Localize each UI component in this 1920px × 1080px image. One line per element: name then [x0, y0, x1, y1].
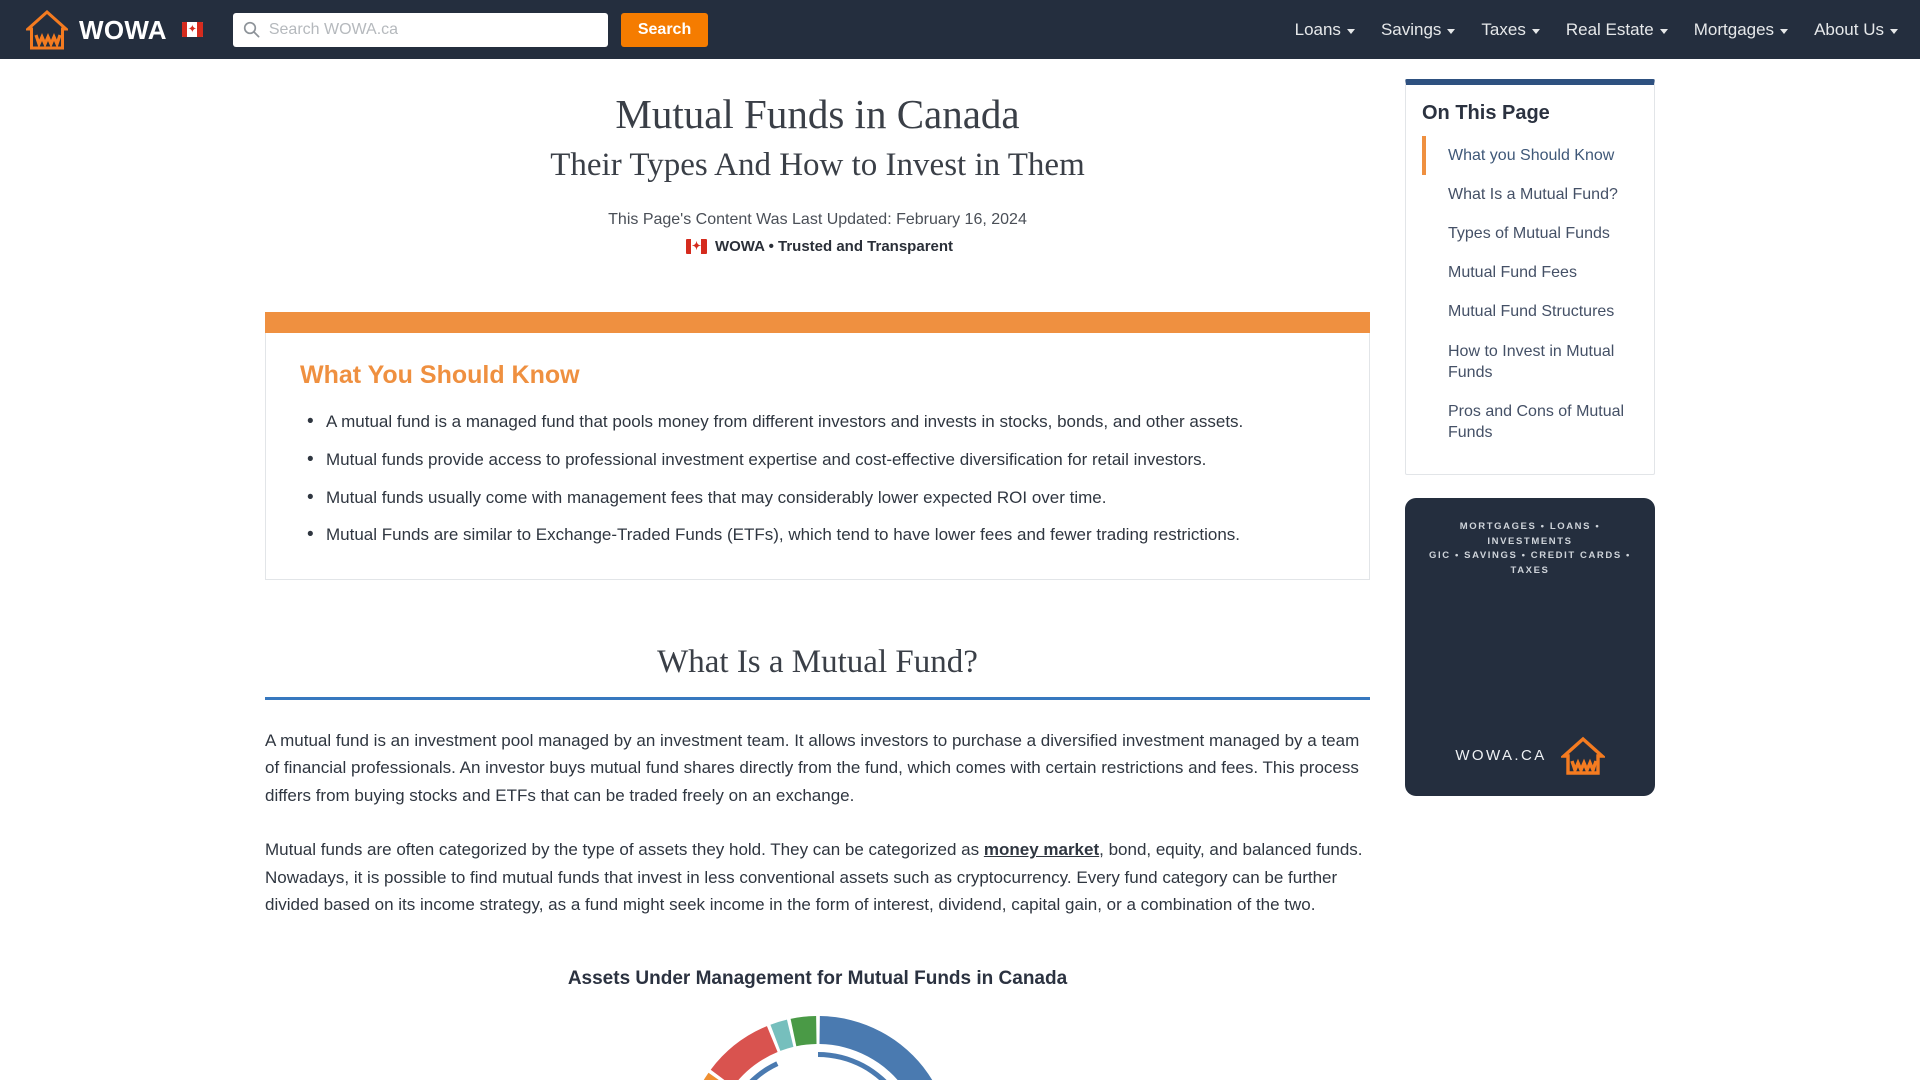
money-market-link[interactable]: money market	[984, 840, 1099, 859]
donut-slice[interactable]	[710, 1026, 778, 1080]
trusted-label: WOWA • Trusted and Transparent	[714, 238, 954, 256]
section-divider	[265, 696, 1370, 700]
nav-links: Loans Savings Taxes Real Estate Mortgage…	[1295, 20, 1898, 40]
promo-card[interactable]: MORTGAGES • LOANS • INVESTMENTS GIC • SA…	[1405, 497, 1655, 796]
nav-item-label: Taxes	[1481, 19, 1526, 39]
nav-item-label: Mortgages	[1693, 19, 1775, 39]
sidebar: On This Page What you Should Know What I…	[1405, 59, 1655, 1080]
sidebar-item-what-you-should-know[interactable]: What you Should Know	[1422, 136, 1638, 176]
wowa-house-logo-icon	[1560, 736, 1605, 775]
chart-title: Assets Under Management for Mutual Funds…	[567, 968, 1068, 990]
top-navbar: WOWA ✦ Search Loans Savings Taxes Real E…	[0, 0, 1920, 59]
section-heading: What Is a Mutual Fund?	[657, 643, 978, 680]
section-paragraph-1: A mutual fund is an investment pool mana…	[265, 730, 1360, 805]
toc-title: On This Page	[1422, 102, 1550, 124]
brand[interactable]: WOWA ✦	[26, 9, 203, 50]
chevron-down-icon	[1346, 29, 1355, 34]
callout-title: What You Should Know	[300, 361, 580, 390]
promo-text: MORTGAGES • LOANS • INVESTMENTS GIC • SA…	[1423, 520, 1637, 579]
trusted-badge: ✦ WOWA • Trusted and Transparent	[265, 238, 1370, 255]
canada-flag-icon: ✦	[181, 22, 203, 37]
canada-flag-icon: ✦	[685, 239, 707, 255]
callout-body: What You Should Know A mutual fund is a …	[265, 333, 1370, 580]
chevron-down-icon	[1447, 29, 1456, 34]
search-icon	[243, 21, 260, 38]
donut-slice[interactable]	[790, 1016, 817, 1047]
on-this-page-card: On This Page What you Should Know What I…	[1405, 79, 1655, 475]
donut-chart-svg	[703, 1016, 932, 1080]
nav-item-about-us[interactable]: About Us	[1814, 20, 1898, 40]
callout-bullet-list: A mutual fund is a managed fund that poo…	[300, 408, 1335, 548]
promo-footer: WOWA.CA	[1423, 736, 1637, 776]
search-area: Search	[232, 12, 709, 47]
sidebar-item-mutual-fund-structures[interactable]: Mutual Fund Structures	[1422, 292, 1638, 331]
nav-item-mortgages[interactable]: Mortgages	[1693, 19, 1789, 40]
wowa-house-logo-icon	[26, 9, 68, 49]
page-title: Mutual Funds in Canada	[615, 91, 1020, 137]
chevron-down-icon	[1659, 29, 1668, 34]
page-body: Mutual Funds in Canada Their Types And H…	[0, 59, 1920, 1080]
promo-line-2: GIC • SAVINGS • CREDIT CARDS • TAXES	[1429, 550, 1631, 577]
section-paragraph-2: Mutual funds are often categorized by th…	[265, 836, 1370, 919]
promo-brand-name: WOWA.CA	[1455, 747, 1547, 765]
chevron-down-icon	[1890, 29, 1898, 34]
sidebar-item-how-to-invest[interactable]: How to Invest in Mutual Funds	[1422, 332, 1638, 392]
list-item: A mutual fund is a managed fund that poo…	[300, 408, 1335, 435]
search-box[interactable]	[232, 12, 608, 47]
promo-line-1: MORTGAGES • LOANS • INVESTMENTS	[1459, 520, 1601, 547]
chevron-down-icon	[1531, 29, 1540, 34]
sidebar-item-what-is-a-mutual-fund[interactable]: What Is a Mutual Fund?	[1422, 175, 1638, 214]
last-updated-text: This Page's Content Was Last Updated: Fe…	[608, 211, 1027, 229]
nav-item-loans[interactable]: Loans	[1295, 20, 1355, 40]
nav-item-label: Loans	[1294, 19, 1341, 39]
sidebar-item-types-of-mutual-funds[interactable]: Types of Mutual Funds	[1422, 214, 1638, 253]
nav-item-savings[interactable]: Savings	[1380, 19, 1456, 40]
what-you-should-know-box: What You Should Know A mutual fund is a …	[265, 312, 1370, 580]
main-content: Mutual Funds in Canada Their Types And H…	[265, 59, 1370, 1080]
list-item: Mutual funds provide access to professio…	[300, 446, 1335, 473]
callout-accent-bar	[265, 312, 1370, 334]
brand-name: WOWA	[79, 14, 167, 45]
page-subtitle: Their Types And How to Invest in Them	[550, 147, 1085, 184]
search-button[interactable]: Search	[620, 12, 709, 47]
sidebar-item-pros-and-cons[interactable]: Pros and Cons of Mutual Funds	[1422, 392, 1638, 452]
nav-item-taxes[interactable]: Taxes	[1481, 19, 1540, 40]
chevron-down-icon	[1780, 29, 1789, 34]
search-input[interactable]	[268, 20, 598, 39]
nav-item-label: Real Estate	[1565, 19, 1654, 39]
nav-item-label: About Us	[1814, 19, 1884, 39]
list-item: Mutual Funds are similar to Exchange-Tra…	[300, 521, 1335, 548]
sidebar-item-mutual-fund-fees[interactable]: Mutual Fund Fees	[1422, 253, 1638, 292]
paragraph-text-part: Mutual funds are often categorized by th…	[265, 840, 984, 860]
list-item: Mutual funds usually come with managemen…	[300, 484, 1335, 511]
aum-donut-chart: Total Funds $1,893 B	[265, 1000, 1370, 1080]
nav-item-real-estate[interactable]: Real Estate	[1566, 20, 1668, 40]
nav-item-label: Savings	[1380, 19, 1442, 39]
